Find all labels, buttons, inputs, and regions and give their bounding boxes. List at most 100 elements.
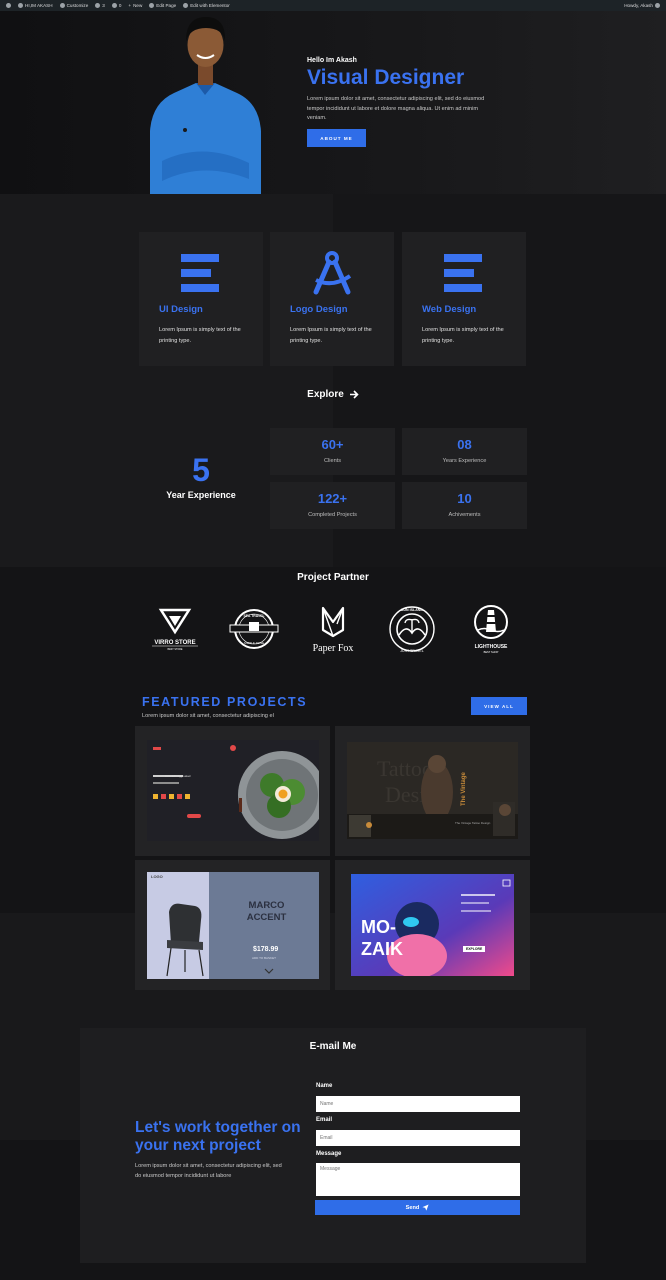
project-label: Avocado egg salad [165, 774, 191, 778]
admin-comments[interactable]: 0 [111, 3, 122, 8]
customize-label: Customize [66, 3, 89, 8]
stat-card-achievements: 10 Achivements [402, 482, 527, 529]
partner-sub: JUST TRAVEL [400, 649, 424, 653]
experience-number: 5 [192, 452, 210, 488]
email-label: Email [316, 1117, 333, 1123]
about-me-button[interactable]: ABOUT ME [307, 129, 366, 147]
admin-new[interactable]: + New [128, 3, 142, 8]
updates-count: 3 [102, 3, 105, 8]
pencil-icon [149, 3, 155, 8]
stat-value: 08 [457, 437, 472, 452]
admin-edit-page[interactable]: Edit Page [149, 3, 176, 8]
stat-card-years: 08 Years Experience [402, 428, 527, 475]
project-thumbnail [147, 872, 319, 979]
compass-icon [313, 251, 352, 295]
featured-subtitle: Lorem ipsum dolor sit amet, consectetur … [142, 713, 274, 719]
comments-count: 0 [118, 3, 122, 8]
experience-label: Year Experience [166, 490, 236, 500]
stat-label: Years Experience [442, 458, 487, 464]
stat-card-clients: 60+ Clients [270, 428, 395, 475]
project-card-chair[interactable]: LOGO MARCO ACCENT $178.99 ADD TO BASKET [135, 860, 330, 990]
contact-heading: E-mail Me [309, 1041, 357, 1052]
project-cta: EXPLORE [463, 946, 486, 952]
stat-label: Completed Projects [308, 512, 357, 518]
project-card-food[interactable]: Avocado egg salad [135, 726, 330, 856]
project-thumbnail [147, 740, 319, 841]
service-card-web-design[interactable]: Web Design Lorem Ipsum is simply text of… [402, 232, 526, 366]
admin-bar: HI,IM AKASH Customize 3 0 + New Edit Page… [0, 0, 666, 11]
edit-elementor-label: Edit with Elementor [190, 3, 230, 8]
admin-site-name[interactable]: HI,IM AKASH [18, 3, 53, 8]
email-field[interactable] [316, 1130, 520, 1146]
project-thumbnail: Tattoo Design The Vintage [347, 742, 518, 839]
partner-logo-lighthouse: LIGHTHOUSE BEST SHOP [474, 605, 508, 654]
stat-value: 10 [457, 491, 472, 506]
project-card-tattoo[interactable]: Tattoo Design The Vintage The Vintage Ta… [335, 726, 530, 856]
menu-bars-icon [444, 254, 482, 292]
admin-updates[interactable]: 3 [95, 3, 105, 8]
partner-logo-sea-travel: SEA TRAVEL SIMPLE ZONE [229, 609, 279, 649]
partner-name: SEA TRAVEL [243, 614, 264, 618]
project-label: The Vintage Tattoo Design [455, 821, 491, 825]
contact-description: Lorem ipsum dolor sit amet, consectetur … [135, 1163, 282, 1179]
stat-card-projects: 122+ Completed Projects [270, 482, 395, 529]
service-description: Lorem Ipsum is simply text of the printi… [290, 327, 372, 344]
admin-customize[interactable]: Customize [59, 3, 89, 8]
comment-icon [111, 3, 117, 8]
site-name-label: HI,IM AKASH [25, 3, 53, 8]
stat-value: 60+ [321, 437, 344, 452]
message-label: Message [316, 1151, 342, 1157]
partner-logo-sun-island: SUN ISLAND JUST TRAVEL [389, 606, 435, 653]
view-all-button[interactable]: VIEW ALL [471, 697, 527, 715]
partner-sub: BEST STORE [167, 648, 182, 651]
partner-sub: SIMPLE ZONE [244, 641, 264, 645]
explore-link[interactable]: Explore [290, 389, 376, 400]
edit-page-label: Edit Page [156, 3, 177, 8]
project-price: $178.99 [253, 946, 279, 953]
service-card-logo-design[interactable]: Logo Design Lorem Ipsum is simply text o… [270, 232, 394, 366]
elementor-icon [183, 3, 189, 8]
name-label: Name [316, 1083, 333, 1089]
service-title: UI Design [159, 304, 203, 315]
service-description: Lorem Ipsum is simply text of the printi… [422, 327, 504, 344]
stat-label: Achivements [448, 512, 481, 518]
home-icon [18, 3, 23, 8]
menu-bars-icon [181, 254, 219, 292]
featured-title: FEATURED PROJECTS [142, 695, 308, 709]
admin-account[interactable]: Howdy, Akash [624, 3, 660, 8]
explore-label: Explore [307, 389, 344, 400]
svg-text:The Vintage: The Vintage [461, 771, 467, 806]
send-button[interactable]: Send [315, 1200, 520, 1215]
wordpress-icon [6, 3, 11, 8]
hero-greeting: Hello Im Akash [307, 57, 357, 64]
contact-headline: Let's work together on your next project [135, 1119, 301, 1154]
refresh-icon [95, 3, 101, 8]
hero-title: Visual Designer [307, 66, 465, 89]
partner-logo-virro-store: VIRRO STORE BEST STORE [152, 608, 198, 651]
avatar [655, 3, 660, 8]
service-description: Lorem Ipsum is simply text of the printi… [159, 327, 241, 344]
partner-name: SUN ISLAND [401, 608, 423, 612]
project-cta: ADD TO BASKET [252, 956, 276, 960]
howdy-label: Howdy, Akash [624, 3, 653, 8]
partner-name: LIGHTHOUSE [475, 644, 508, 650]
project-card-mozaik[interactable]: MO-ZAIK EXPLORE [335, 860, 530, 990]
partner-heading: Project Partner [297, 572, 369, 583]
service-title: Logo Design [290, 304, 348, 315]
project-title: MO-ZAIK [361, 917, 403, 959]
name-field[interactable] [316, 1096, 520, 1112]
service-card-ui-design[interactable]: UI Design Lorem Ipsum is simply text of … [139, 232, 263, 366]
admin-edit-elementor[interactable]: Edit with Elementor [183, 3, 230, 8]
partner-sub: BEST SHOP [484, 650, 499, 654]
partner-name: Paper Fox [313, 643, 354, 654]
new-label: New [133, 3, 143, 8]
paper-plane-icon [422, 1204, 429, 1211]
message-field[interactable] [316, 1163, 520, 1196]
service-title: Web Design [422, 304, 477, 315]
partner-name: VIRRO STORE [154, 640, 195, 646]
plus-icon: + [128, 3, 132, 8]
brush-icon [59, 3, 65, 8]
stat-value: 122+ [317, 491, 348, 506]
project-title: MARCO ACCENT [246, 900, 287, 923]
wordpress-logo[interactable] [6, 3, 11, 8]
